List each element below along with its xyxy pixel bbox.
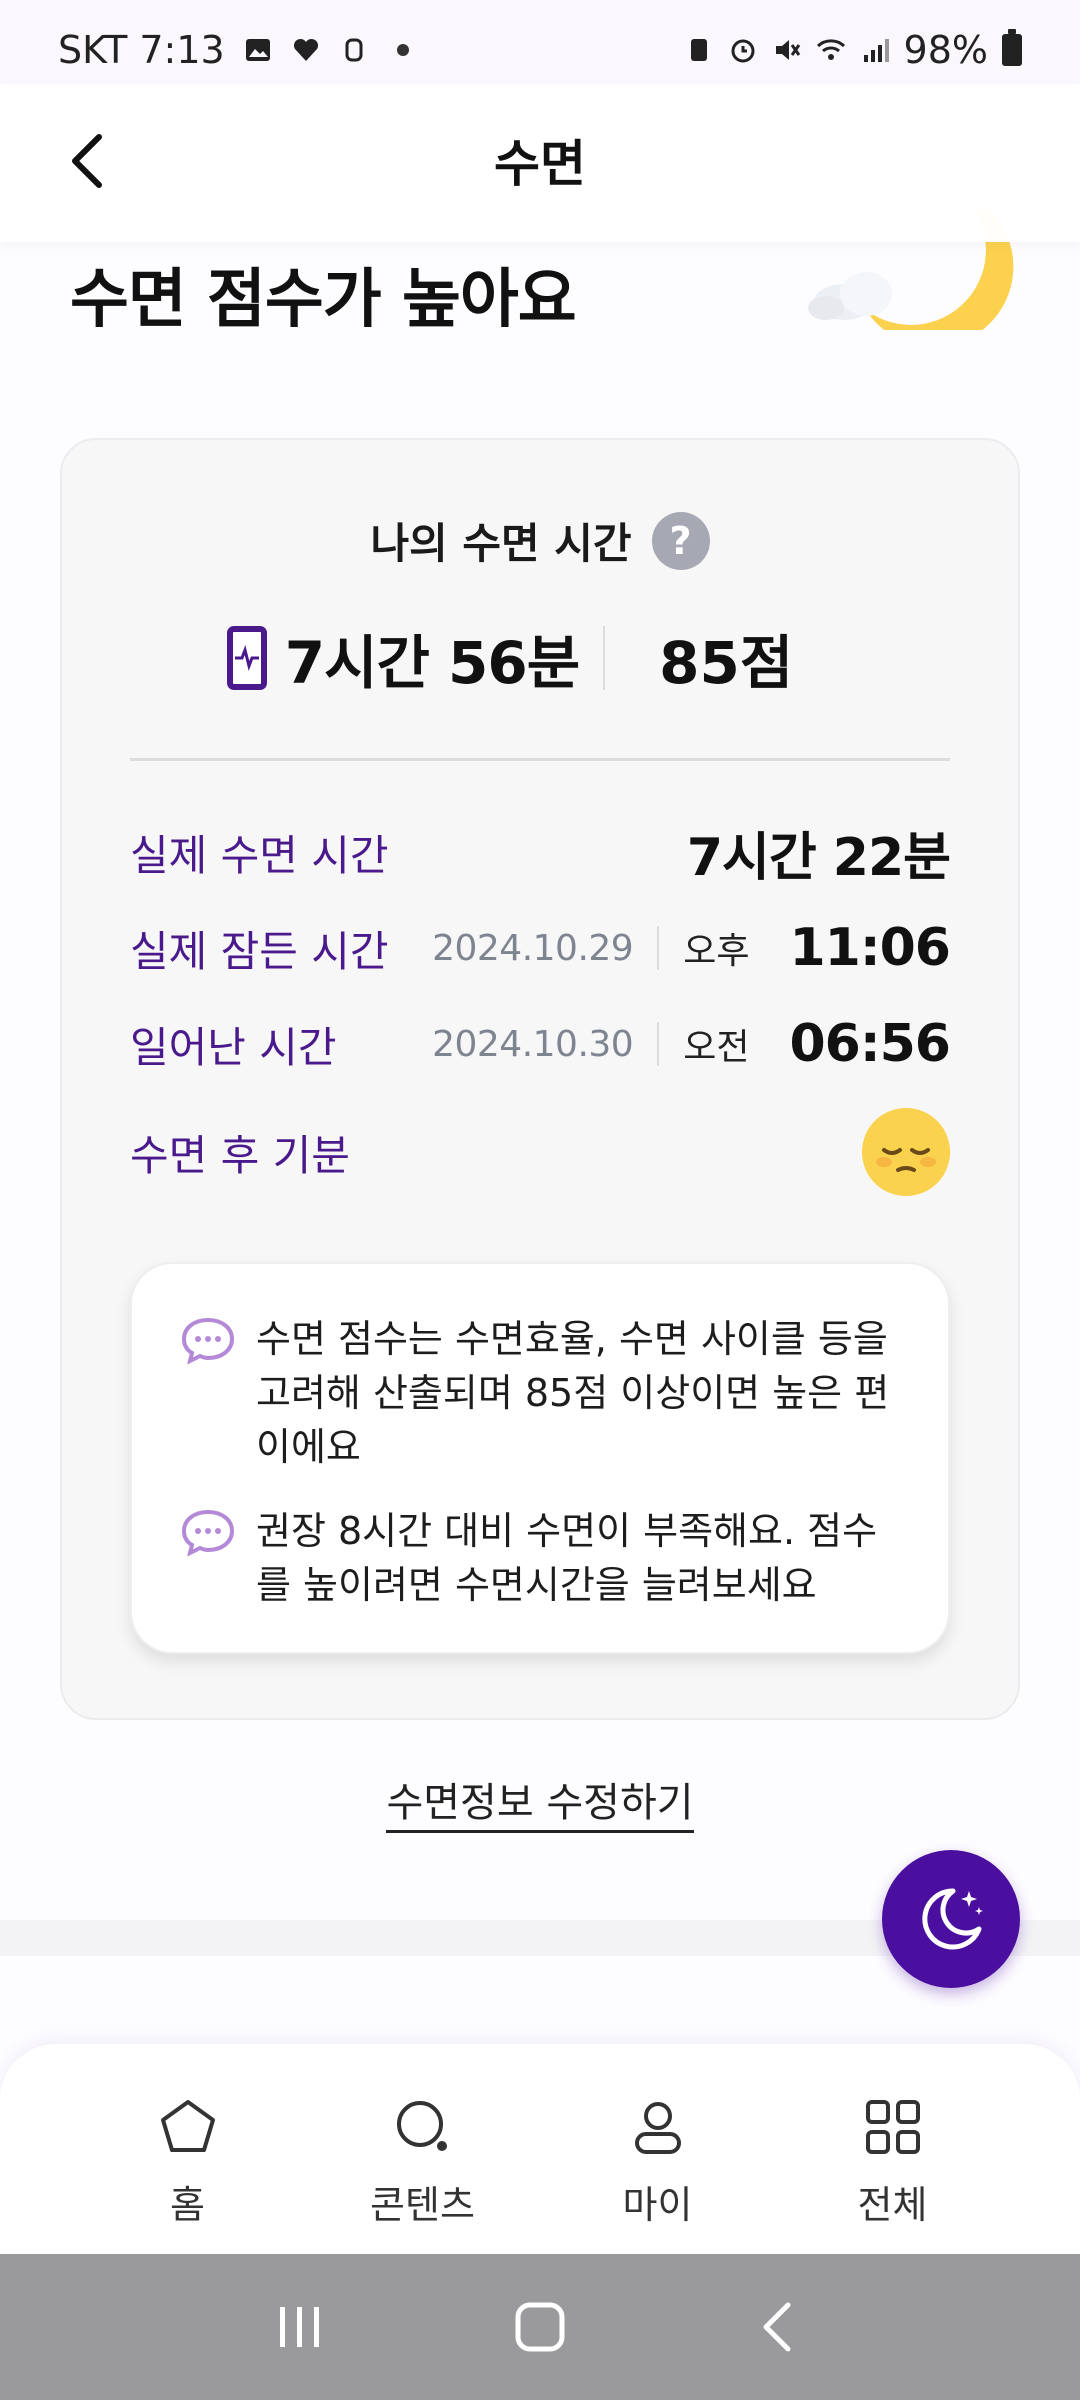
actual-sleep-value: 7시간 22분 [686, 827, 951, 888]
sleep-score-headline: 수면 점수가 높아요 [70, 263, 577, 337]
phone-activity-icon [226, 626, 267, 690]
sleep-summary-card: 나의 수면 시간 ? 7시간 56분 85점 실제 수면 시간 7시간 22분 … [60, 438, 1020, 1720]
edit-sleep-info-link-wrap: 수면정보 수정하기 [0, 1770, 1080, 1833]
watch-icon [345, 38, 363, 62]
nav-contents[interactable]: 콘텐츠 [333, 2096, 513, 2254]
sleep-score: 85점 [659, 629, 794, 697]
health-icon [293, 38, 318, 61]
person-icon [634, 2102, 681, 2154]
tip-item: 수면 점수는 수면효율, 수면 사이클 등을 고려해 산출되며 85점 이상이면… [180, 1312, 900, 1474]
sleep-mode-button[interactable] [882, 1850, 1020, 1988]
total-sleep-time: 7시간 56분 [284, 629, 580, 697]
clipboard-icon [690, 39, 707, 61]
nav-label: 전체 [857, 2183, 928, 2227]
page-title: 수면 [494, 135, 586, 193]
mute-icon [775, 40, 800, 60]
actual-sleep-row: 실제 수면 시간 7시간 22분 [130, 812, 951, 892]
battery-icon [1002, 29, 1022, 66]
edit-sleep-info-link[interactable]: 수면정보 수정하기 [386, 1780, 694, 1833]
recent-apps-icon[interactable] [270, 2297, 330, 2357]
row-label: 일어난 시간 [130, 1022, 337, 1072]
fell-asleep-row: 실제 잠든 시간 2024.10.29 오후 11:06 [130, 908, 951, 988]
grid-icon [865, 2100, 920, 2154]
divider [657, 926, 660, 970]
battery-percent: 98% [903, 28, 988, 72]
divider [657, 1022, 660, 1066]
wake-ampm: 오전 [683, 1027, 750, 1068]
home-button-icon[interactable] [510, 2297, 570, 2357]
tip-item: 권장 8시간 대비 수면이 부족해요. 점수를 높이려면 수면시간을 늘려보세요 [180, 1504, 900, 1612]
my-sleep-time-label: 나의 수면 시간 [370, 519, 632, 568]
sleepy-face-icon[interactable] [862, 1108, 950, 1196]
wake-date: 2024.10.30 [432, 1023, 634, 1065]
sleep-summary: 7시간 56분 85점 [62, 616, 1018, 700]
status-time: SKT 7:13 [58, 28, 225, 72]
bottom-navigation: 홈 콘텐츠 마이 전체 [0, 2044, 1080, 2254]
sleep-ampm: 오후 [683, 931, 750, 972]
tip-text: 권장 8시간 대비 수면이 부족해요. 점수를 높이려면 수면시간을 늘려보세요 [256, 1509, 878, 1607]
wifi-icon [816, 39, 845, 60]
app-bar: 수면 [0, 84, 1080, 242]
nav-all[interactable]: 전체 [803, 2096, 983, 2254]
search-content-icon [396, 2101, 447, 2151]
system-navigation-bar [0, 2254, 1080, 2400]
woke-up-row: 일어난 시간 2024.10.30 오전 06:56 [130, 1004, 951, 1084]
nav-home[interactable]: 홈 [98, 2096, 278, 2254]
gallery-icon [245, 39, 270, 61]
back-nav-icon[interactable] [750, 2297, 810, 2357]
row-label: 수면 후 기분 [130, 1130, 350, 1180]
divider [603, 626, 606, 690]
sleep-tips-box: 수면 점수는 수면효율, 수면 사이클 등을 고려해 산출되며 85점 이상이면… [130, 1262, 950, 1654]
nav-label: 콘텐츠 [370, 2183, 475, 2227]
moon-stars-icon [922, 1888, 983, 1950]
notification-dot [396, 44, 409, 56]
tip-text: 수면 점수는 수면효율, 수면 사이클 등을 고려해 산출되며 85점 이상이면… [256, 1317, 890, 1469]
chat-bubble-icon [181, 1317, 235, 1364]
nav-label: 홈 [170, 2183, 205, 2227]
divider [130, 758, 950, 761]
nav-label: 마이 [622, 2183, 693, 2227]
sleep-date: 2024.10.29 [432, 927, 634, 969]
home-pentagon-icon [160, 2100, 215, 2152]
wake-time: 06:56 [789, 1014, 951, 1074]
chat-bubble-icon [181, 1509, 235, 1556]
nav-my[interactable]: 마이 [568, 2096, 748, 2254]
help-icon[interactable]: ? [651, 511, 710, 570]
alarm-icon [731, 39, 755, 63]
row-label: 실제 수면 시간 [130, 830, 389, 880]
sleep-time: 11:06 [789, 918, 951, 978]
row-label: 실제 잠든 시간 [130, 926, 389, 976]
mood-row: 수면 후 기분 [130, 1108, 950, 1196]
signal-icon [863, 39, 889, 62]
